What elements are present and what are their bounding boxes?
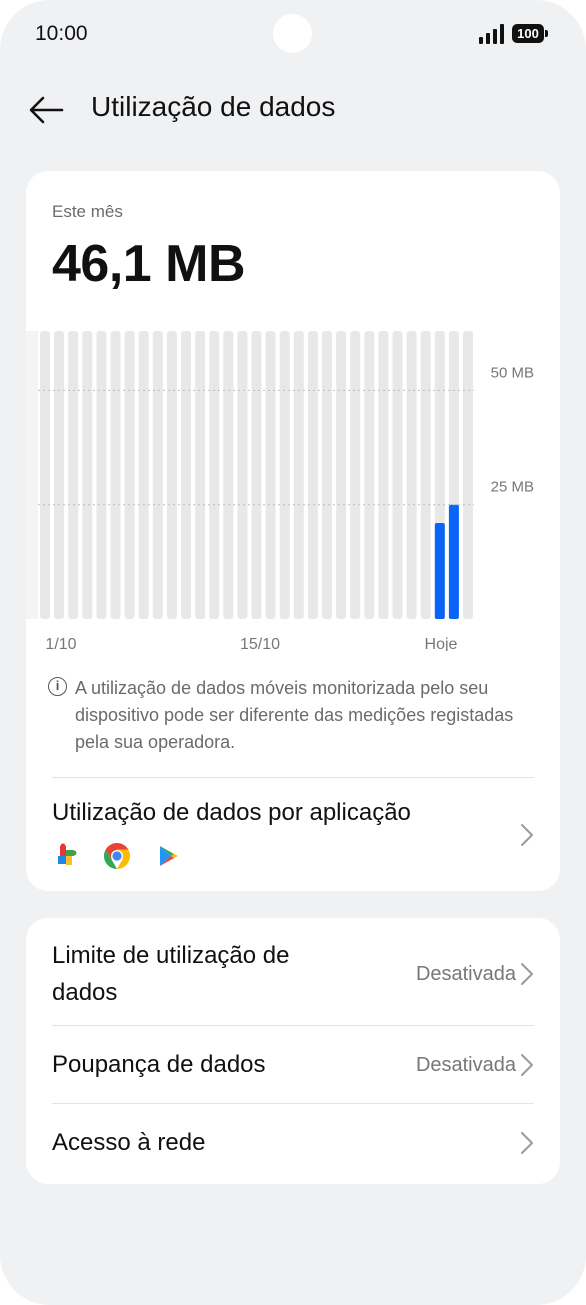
chart-track-bar xyxy=(293,331,304,619)
chart-track-bar xyxy=(251,331,262,619)
battery-icon: 100 xyxy=(512,24,548,43)
puzzle-app-icon xyxy=(58,843,77,865)
chart-track-bar xyxy=(364,331,375,619)
chart-track-bar xyxy=(406,331,417,619)
per-app-usage-title: Utilização de dados por aplicação xyxy=(52,799,411,826)
chart-track-bar xyxy=(209,331,220,619)
data-limit-value: Desativada xyxy=(415,963,516,985)
chart-track-bar xyxy=(279,331,290,619)
chart-track-bar xyxy=(378,331,389,619)
chart-track-bar xyxy=(463,331,473,619)
chevron-right-icon xyxy=(521,824,533,846)
x-tick-label: 1/10 xyxy=(45,636,76,651)
chart-track-bar xyxy=(181,331,191,619)
status-time: 10:00 xyxy=(35,22,88,45)
chart-track-bar xyxy=(392,331,403,619)
divider xyxy=(52,777,534,778)
arrow-left-icon[interactable] xyxy=(26,90,66,130)
chart-track-bar xyxy=(54,331,65,619)
chart-track-bar xyxy=(138,331,149,619)
page-title: Utilização de dados xyxy=(91,91,336,122)
phone-screen: 10:00 100 Utilização de dados Este mês 4… xyxy=(0,0,586,1305)
divider xyxy=(52,1103,534,1104)
chrome-icon xyxy=(103,842,131,870)
chart-track-bar xyxy=(350,331,361,619)
chart-track-bar xyxy=(124,331,135,619)
chart-track-bar xyxy=(40,331,50,619)
play-store-icon xyxy=(160,846,178,866)
chevron-right-icon xyxy=(521,1054,533,1076)
divider xyxy=(52,1025,534,1026)
chart-track-bar xyxy=(110,331,121,619)
camera-cutout xyxy=(273,14,312,53)
chart-track-bar xyxy=(166,331,177,619)
chart-track-bar xyxy=(420,331,431,619)
signal-icon xyxy=(479,24,505,44)
chart-track-bar xyxy=(237,331,248,619)
data-saver-label: Poupança de dados xyxy=(52,1051,266,1078)
chevron-right-icon xyxy=(521,963,533,985)
chart-track-bar xyxy=(265,331,276,619)
status-bar: 10:00 100 xyxy=(0,0,586,68)
chart-track-bar xyxy=(152,331,163,619)
data-limit-label: Limite de utilização de dados xyxy=(52,942,290,1006)
info-icon: i xyxy=(48,677,67,696)
info-text: A utilização de dados móveis monitorizad… xyxy=(75,678,514,752)
chart-track-bar xyxy=(82,331,93,619)
usage-card: Este mês 46,1 MB 50 MB 25 MB 1/10 15/10 Hoje… xyxy=(26,171,560,891)
network-access-label: Acesso à rede xyxy=(52,1129,206,1156)
chart-edge xyxy=(26,331,38,619)
x-tick-label: 15/10 xyxy=(240,636,280,651)
usage-total: 46,1 MB xyxy=(52,235,246,293)
chart-bar xyxy=(448,504,459,619)
chart-track-bar xyxy=(223,331,234,619)
chart-track-bar xyxy=(322,331,332,619)
chart-track-bar xyxy=(195,331,206,619)
chart-track-bar xyxy=(96,331,107,619)
period-label: Este mês xyxy=(52,202,123,221)
chart-track-bar xyxy=(68,331,79,619)
y-tick-label: 25 MB xyxy=(491,479,534,496)
x-tick-label: Hoje xyxy=(425,636,458,651)
chart-track-bar xyxy=(307,331,318,619)
chart-track-bar xyxy=(336,331,347,619)
settings-card: Limite de utilização de dados Desativada… xyxy=(26,918,560,1184)
data-saver-value: Desativada xyxy=(415,1054,516,1076)
y-tick-label: 50 MB xyxy=(491,364,534,381)
usage-chart: 50 MB 25 MB 1/10 15/10 Hoje xyxy=(26,331,534,651)
chart-bar xyxy=(434,523,445,619)
chevron-right-icon xyxy=(521,1132,533,1154)
